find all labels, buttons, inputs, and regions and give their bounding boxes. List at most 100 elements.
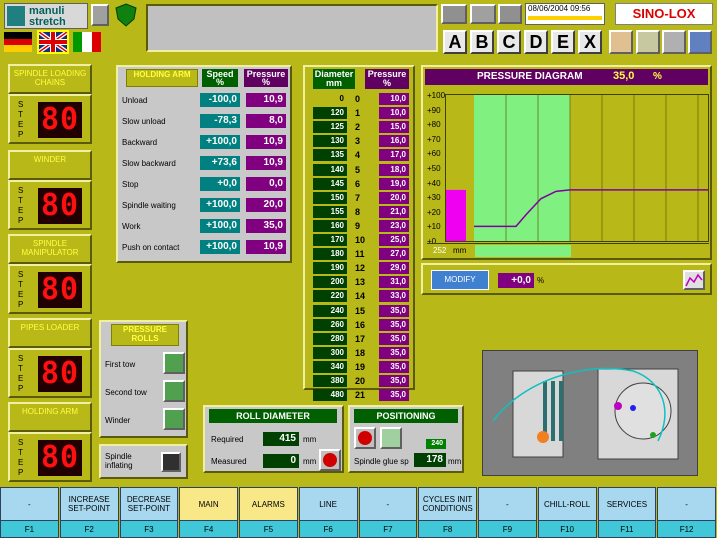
diameter-pressure-value[interactable]: 35,0 [379, 360, 409, 373]
diameter-pressure-value[interactable]: 21,0 [379, 205, 409, 218]
holding-arm-speed-value[interactable]: -100,0 [200, 93, 240, 107]
diameter-pressure-value[interactable]: 35,0 [379, 375, 409, 387]
holding-arm-speed-value[interactable]: +100,0 [200, 135, 240, 149]
diameter-value[interactable]: 240 [313, 304, 347, 317]
chart-settings-icon[interactable] [683, 270, 705, 290]
diameter-value[interactable]: 145 [313, 177, 347, 190]
diameter-pressure-value[interactable]: 16,0 [379, 135, 409, 148]
diameter-value[interactable]: 220 [313, 290, 347, 303]
letter-button-x[interactable]: X [578, 30, 602, 54]
diameter-pressure-value[interactable]: 33,0 [379, 290, 409, 303]
diameter-pressure-value[interactable]: 20,0 [379, 191, 409, 204]
function-key-f2[interactable]: INCREASE SET-POINT F2 [59, 487, 119, 538]
holding-arm-pressure-value[interactable]: 8,0 [246, 114, 286, 128]
pressure-roll-toggle[interactable] [163, 408, 185, 430]
flag-germany-icon[interactable] [4, 32, 32, 52]
diameter-pressure-value[interactable]: 35,0 [379, 332, 409, 345]
diameter-value[interactable]: 170 [313, 234, 347, 246]
holding-arm-pressure-value[interactable]: 35,0 [246, 219, 286, 233]
diameter-pressure-value[interactable]: 17,0 [379, 149, 409, 162]
diameter-pressure-value[interactable]: 27,0 [379, 248, 409, 261]
diameter-pressure-value[interactable]: 25,0 [379, 234, 409, 246]
letter-button-e[interactable]: E [551, 30, 575, 54]
brand-mark-icon [7, 6, 25, 26]
function-key-f1[interactable]: - F1 [0, 487, 59, 538]
diameter-pressure-value[interactable]: 35,0 [379, 304, 409, 317]
holding-arm-speed-value[interactable]: +100,0 [200, 219, 240, 233]
holding-arm-speed-value[interactable]: +0,0 [200, 177, 240, 191]
diameter-pressure-value[interactable]: 15,0 [379, 121, 409, 134]
spindle-inflating-toggle[interactable] [161, 452, 181, 472]
function-key-f11[interactable]: SERVICES F11 [597, 487, 657, 538]
diameter-pressure-value[interactable]: 31,0 [379, 276, 409, 289]
diameter-pressure-value[interactable]: 10,0 [379, 107, 409, 120]
diameter-value[interactable]: 280 [313, 332, 347, 345]
letter-button-b[interactable]: B [470, 30, 494, 54]
holding-arm-pressure-value[interactable]: 10,9 [246, 135, 286, 149]
diameter-pressure-value[interactable]: 29,0 [379, 262, 409, 275]
diameter-pressure-value[interactable]: 10,0 [379, 93, 409, 105]
diameter-pressure-value[interactable]: 19,0 [379, 177, 409, 190]
letter-button-a[interactable]: A [443, 30, 467, 54]
diameter-value[interactable]: 260 [313, 318, 347, 331]
holding-arm-speed-value[interactable]: -78,3 [200, 114, 240, 128]
holding-arm-pressure-value[interactable]: 10,9 [246, 93, 286, 107]
holding-arm-pressure-value[interactable]: 0,0 [246, 177, 286, 191]
diameter-value[interactable]: 135 [313, 149, 347, 162]
function-key-label: - [478, 487, 537, 521]
diameter-value[interactable]: 380 [313, 375, 347, 387]
diameter-value[interactable]: 120 [313, 107, 347, 120]
letter-button-c[interactable]: C [497, 30, 521, 54]
diameter-pressure-value[interactable]: 35,0 [379, 318, 409, 331]
function-key-f12[interactable]: - F12 [657, 487, 716, 538]
diameter-value[interactable]: 180 [313, 248, 347, 261]
function-key-f3[interactable]: DECREASE SET-POINT F3 [119, 487, 179, 538]
holding-arm-pressure-value[interactable]: 10,9 [246, 156, 286, 170]
diameter-pressure-value[interactable]: 18,0 [379, 163, 409, 176]
holding-arm-speed-value[interactable]: +100,0 [200, 198, 240, 212]
diameter-value[interactable]: 200 [313, 276, 347, 289]
book-icon[interactable] [688, 30, 712, 54]
holding-arm-pressure-value[interactable]: 20,0 [246, 198, 286, 212]
holding-arm-speed-value[interactable]: +100,0 [200, 240, 240, 254]
tools-icon[interactable] [662, 30, 686, 54]
flag-italy-icon[interactable] [73, 32, 101, 52]
pressure-roll-toggle[interactable] [163, 380, 185, 402]
function-key-f9[interactable]: - F9 [478, 487, 537, 538]
flag-uk-icon[interactable] [37, 30, 69, 54]
modify-button[interactable]: MODIFY [431, 270, 489, 290]
measure-button[interactable] [319, 449, 341, 471]
function-key-f6[interactable]: LINE F6 [298, 487, 358, 538]
diameter-value[interactable]: 160 [313, 219, 347, 232]
diameter-pressure-value[interactable]: 35,0 [379, 389, 409, 402]
diameter-value[interactable]: 155 [313, 205, 347, 218]
diameter-value[interactable]: 300 [313, 346, 347, 359]
holding-arm-speed-value[interactable]: +73,6 [200, 156, 240, 170]
diameter-value[interactable]: 130 [313, 135, 347, 148]
pressure-roll-toggle[interactable] [163, 352, 185, 374]
diameter-value[interactable]: 190 [313, 262, 347, 275]
diameter-value[interactable]: 125 [313, 121, 347, 134]
function-key-f4[interactable]: MAIN F4 [179, 487, 238, 538]
shield-icon[interactable] [114, 3, 138, 27]
status-indicator-1 [441, 4, 467, 24]
function-key-f8[interactable]: CYCLES INIT CONDITIONS F8 [418, 487, 477, 538]
positioning-stop-button[interactable] [354, 427, 376, 449]
diameter-value[interactable]: 340 [313, 360, 347, 373]
holding-arm-pressure-value[interactable]: 10,9 [246, 240, 286, 254]
positioning-start-button[interactable] [380, 427, 402, 449]
diameter-value[interactable]: 140 [313, 163, 347, 176]
diameter-value[interactable]: 0 [313, 93, 347, 105]
operator-avatar[interactable] [609, 30, 633, 54]
function-key-f5[interactable]: ALARMS F5 [239, 487, 298, 538]
printer-icon[interactable] [636, 30, 660, 54]
diameter-pressure-value[interactable]: 23,0 [379, 219, 409, 232]
diameter-value[interactable]: 150 [313, 191, 347, 204]
calculator-icon[interactable] [91, 4, 109, 26]
function-key-f7[interactable]: - F7 [358, 487, 418, 538]
diameter-pressure-value[interactable]: 35,0 [379, 346, 409, 359]
function-key-f10[interactable]: CHILL-ROLL F10 [537, 487, 597, 538]
letter-button-d[interactable]: D [524, 30, 548, 54]
measured-unit: mm [303, 457, 317, 466]
diameter-value[interactable]: 480 [313, 389, 347, 402]
